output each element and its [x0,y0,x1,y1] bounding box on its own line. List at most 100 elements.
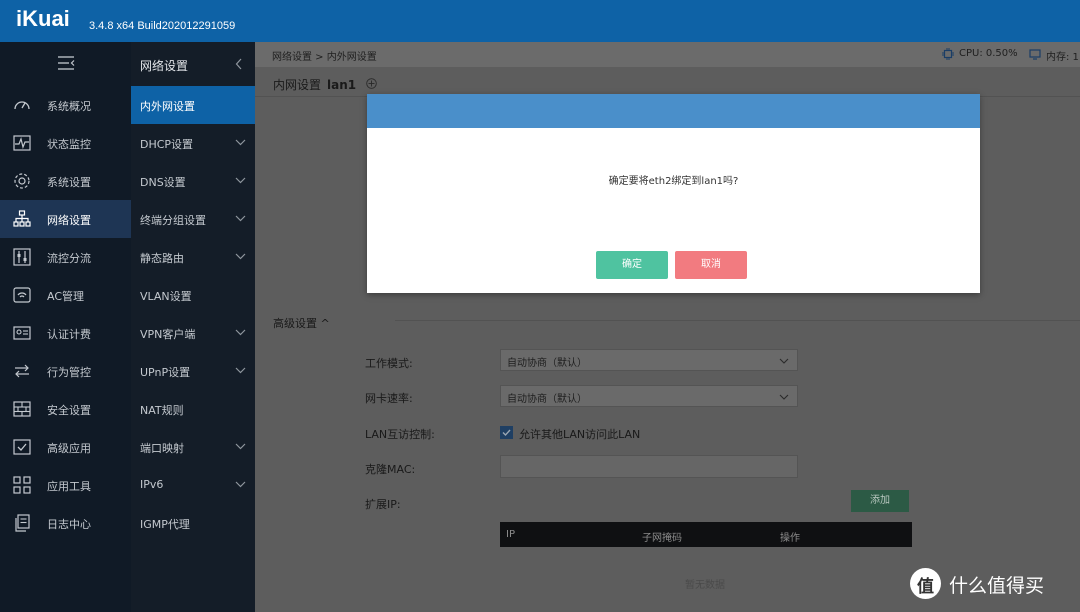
ikuai-logo: iKuai [16,6,70,31]
submenu-item-vlan[interactable]: VLAN设置 [131,276,255,314]
cancel-button[interactable]: 取消 [675,251,747,279]
add-circle-icon[interactable] [366,78,377,89]
submenu-header: 网络设置 [131,42,255,86]
sidebar-item-advanced-apps[interactable]: 高级应用 [0,428,131,466]
chevron-left-icon[interactable] [235,58,243,70]
chevron-down-icon [235,215,246,222]
chevron-down-icon [235,481,246,488]
submenu-item-label: 静态路由 [140,252,184,265]
table-header-ip: IP [506,529,515,540]
submenu-item-dns[interactable]: DNS设置 [131,162,255,200]
submenu-item-label: VLAN设置 [140,290,192,303]
breadcrumb: 网络设置 > 内外网设置 [272,52,377,63]
table-header-netmask: 子网掩码 [642,533,682,544]
work-mode-select[interactable]: 自动协商（默认） [500,349,798,371]
sidebar-item-auth-billing[interactable]: 认证计费 [0,314,131,352]
sidebar-item-ac-management[interactable]: AC管理 [0,276,131,314]
confirm-dialog: 确定要将eth2绑定到lan1吗? 确定 取消 [367,94,980,293]
submenu-item-label: NAT规则 [140,404,184,417]
network-icon [13,210,31,227]
top-bar: iKuai 3.4.8 x64 Build202012291059 [0,0,1080,42]
submenu-item-vpn-client[interactable]: VPN客户端 [131,314,255,352]
check-box-icon [13,439,31,455]
memory-icon [1029,49,1041,60]
sidebar-item-label: 系统设置 [47,176,91,189]
submenu-title: 网络设置 [140,59,189,73]
add-ip-button[interactable]: 添加 [851,490,909,512]
sidebar-item-label: 网络设置 [47,214,91,227]
submenu-item-static-route[interactable]: 静态路由 [131,238,255,276]
grid-icon [13,476,31,494]
clone-mac-label: 克隆MAC: [365,463,416,476]
submenu-item-port-mapping[interactable]: 端口映射 [131,428,255,466]
chevron-down-icon [779,394,789,400]
interface-name: lan1 [327,78,357,92]
sidebar-item-label: 状态监控 [47,138,91,151]
wifi-icon [13,287,31,303]
submenu-item-label: IGMP代理 [140,518,190,531]
sliders-icon [13,248,31,266]
extended-ip-label: 扩展IP: [365,498,401,511]
monitor-icon [13,135,31,151]
advanced-settings-label: 高级设置 [273,317,317,330]
submenu-item-dhcp[interactable]: DHCP设置 [131,124,255,162]
page-title: 内网设置 lan1 [273,76,356,93]
nic-speed-value: 自动协商（默认） [507,394,587,405]
sidebar-collapse-button[interactable] [0,42,131,86]
document-icon [15,514,30,532]
work-mode-value: 自动协商（默认） [507,358,587,369]
watermark-text: 什么值得买 [949,575,1045,597]
sidebar-item-label: AC管理 [47,290,85,303]
nic-speed-label: 网卡速率: [365,392,413,405]
menu-collapse-icon [58,56,75,70]
submenu-item-ipv6[interactable]: IPv6 [131,466,255,504]
section-divider [395,320,1080,321]
sidebar-item-system-settings[interactable]: 系统设置 [0,162,131,200]
page-title-label: 内网设置 [273,78,322,92]
clone-mac-input[interactable] [500,455,798,478]
sidebar-item-behavior-control[interactable]: 行为管控 [0,352,131,390]
page-header: 内网设置 lan1 [255,67,1080,97]
sidebar-item-overview[interactable]: 系统概况 [0,86,131,124]
version-text: 3.4.8 x64 Build202012291059 [89,20,236,32]
network-submenu: 网络设置 内外网设置 DHCP设置 DNS设置 终端分组设置 静态路由 VLAN… [131,42,255,612]
sidebar-item-label: 日志中心 [47,518,91,531]
sidebar-item-label: 安全设置 [47,404,91,417]
sidebar-item-network-settings[interactable]: 网络设置 [0,200,131,238]
nic-speed-select[interactable]: 自动协商（默认） [500,385,798,407]
confirm-button[interactable]: 确定 [596,251,668,279]
sidebar-item-status-monitor[interactable]: 状态监控 [0,124,131,162]
sidebar-item-log-center[interactable]: 日志中心 [0,504,131,542]
lan-access-label: LAN互访控制: [365,428,435,441]
check-icon [502,429,511,437]
dialog-header [367,94,980,128]
sidebar-item-security[interactable]: 安全设置 [0,390,131,428]
id-card-icon [13,326,31,340]
gear-icon [14,173,30,189]
chevron-down-icon [235,139,246,146]
dashboard-icon [14,101,30,110]
sidebar-item-app-tools[interactable]: 应用工具 [0,466,131,504]
lan-access-checkbox-label: 允许其他LAN访问此LAN [519,428,641,441]
table-header-action: 操作 [780,533,800,544]
submenu-item-label: 终端分组设置 [140,214,206,227]
sidebar-item-label: 行为管控 [47,366,91,379]
advanced-settings-toggle[interactable]: 高级设置 ^ [273,315,330,331]
submenu-item-label: DHCP设置 [140,138,194,151]
submenu-item-upnp[interactable]: UPnP设置 [131,352,255,390]
submenu-item-igmp[interactable]: IGMP代理 [131,504,255,542]
chevron-down-icon [235,253,246,260]
chevron-down-icon [235,329,246,336]
main-sidebar: 系统概况 状态监控 系统设置 网络设置 流控分流 AC管理 认证计费 行为管控 … [0,42,131,612]
watermark-badge: 值 [910,568,941,599]
sidebar-item-flow-control[interactable]: 流控分流 [0,238,131,276]
submenu-item-lan-wan[interactable]: 内外网设置 [131,86,255,124]
submenu-item-nat[interactable]: NAT规则 [131,390,255,428]
cpu-icon [942,48,954,60]
submenu-item-terminal-groups[interactable]: 终端分组设置 [131,200,255,238]
smzdm-watermark: 值 什么值得买 [908,568,1068,602]
sidebar-item-label: 流控分流 [47,252,91,265]
sidebar-item-label: 应用工具 [47,480,91,493]
lan-access-checkbox[interactable] [500,426,513,439]
sidebar-item-label: 认证计费 [47,328,91,341]
